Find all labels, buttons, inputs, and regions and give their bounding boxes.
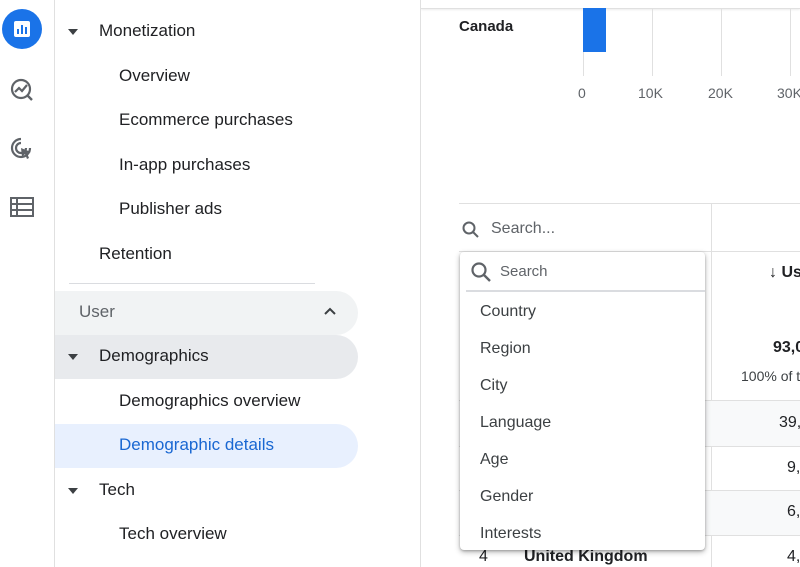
row-value: 9, — [787, 459, 800, 476]
nav-ecommerce-purchases[interactable]: Ecommerce purchases — [119, 110, 293, 130]
reports-nav: Monetization Overview Ecommerce purchase… — [55, 0, 421, 567]
option-gender[interactable]: Gender — [480, 488, 533, 506]
nav-tech-overview[interactable]: Tech overview — [119, 524, 227, 544]
row-country[interactable]: United Kingdom — [524, 548, 648, 566]
advertising-icon[interactable] — [2, 129, 42, 169]
nav-monetization[interactable]: Monetization — [99, 21, 195, 41]
nav-overview[interactable]: Overview — [119, 66, 190, 86]
table-search-input[interactable]: Search... — [491, 220, 555, 238]
search-icon — [462, 221, 479, 238]
table-top-border — [459, 203, 800, 204]
option-city[interactable]: City — [480, 377, 508, 395]
user-section-header[interactable]: User — [55, 291, 358, 335]
configure-icon[interactable] — [2, 187, 42, 227]
nav-demographic-details: Demographic details — [119, 435, 274, 454]
bar-canada[interactable] — [583, 8, 606, 52]
dropdown-search-input[interactable]: Search — [500, 263, 548, 280]
gridline — [721, 8, 722, 76]
x-tick-label: 30K — [777, 85, 800, 101]
nav-publisher-ads[interactable]: Publisher ads — [119, 199, 222, 219]
column-header-users[interactable]: ↓ Us — [769, 264, 800, 282]
nav-divider — [69, 283, 315, 284]
gridline — [652, 8, 653, 76]
bar-category-label: Canada — [459, 18, 514, 35]
nav-demographics-overview[interactable]: Demographics overview — [119, 391, 300, 411]
option-language[interactable]: Language — [480, 414, 551, 432]
option-country[interactable]: Country — [480, 303, 536, 321]
total-value: 93,0 — [773, 339, 800, 356]
nav-retention[interactable]: Retention — [99, 244, 172, 264]
bar-chart: Canada 0 10K 20K 30K — [421, 0, 800, 110]
x-tick-label: 20K — [708, 85, 733, 101]
nav-tech[interactable]: Tech — [99, 480, 135, 500]
collapse-caret-icon[interactable] — [68, 29, 78, 35]
search-icon — [471, 262, 491, 282]
nav-user-section: User — [79, 302, 115, 321]
nav-in-app-purchases[interactable]: In-app purchases — [119, 155, 250, 175]
option-age[interactable]: Age — [480, 451, 508, 469]
row-value: 6, — [787, 503, 800, 520]
explore-icon[interactable] — [2, 70, 42, 110]
collapse-caret-icon[interactable] — [68, 354, 78, 360]
nav-demographics: Demographics — [99, 346, 209, 365]
gridline — [790, 8, 791, 76]
option-region[interactable]: Region — [480, 340, 531, 358]
dimension-dropdown: Search Country Region City Language Age … — [460, 252, 705, 550]
icon-rail — [0, 0, 55, 567]
chevron-up-icon[interactable] — [323, 306, 337, 316]
dropdown-search-underline — [466, 290, 705, 292]
collapse-caret-icon[interactable] — [68, 488, 78, 494]
row-value: 39, — [779, 414, 800, 431]
x-tick-label: 0 — [578, 85, 586, 101]
row-rank: 4 — [479, 548, 488, 565]
row-value: 4, — [787, 548, 800, 565]
nav-demographic-details-row[interactable]: Demographic details — [55, 424, 358, 468]
reports-icon[interactable] — [2, 9, 42, 49]
x-tick-label: 10K — [638, 85, 663, 101]
option-interests[interactable]: Interests — [480, 525, 541, 543]
nav-demographics-row[interactable]: Demographics — [55, 335, 358, 379]
total-percent: 100% of t — [741, 368, 800, 384]
